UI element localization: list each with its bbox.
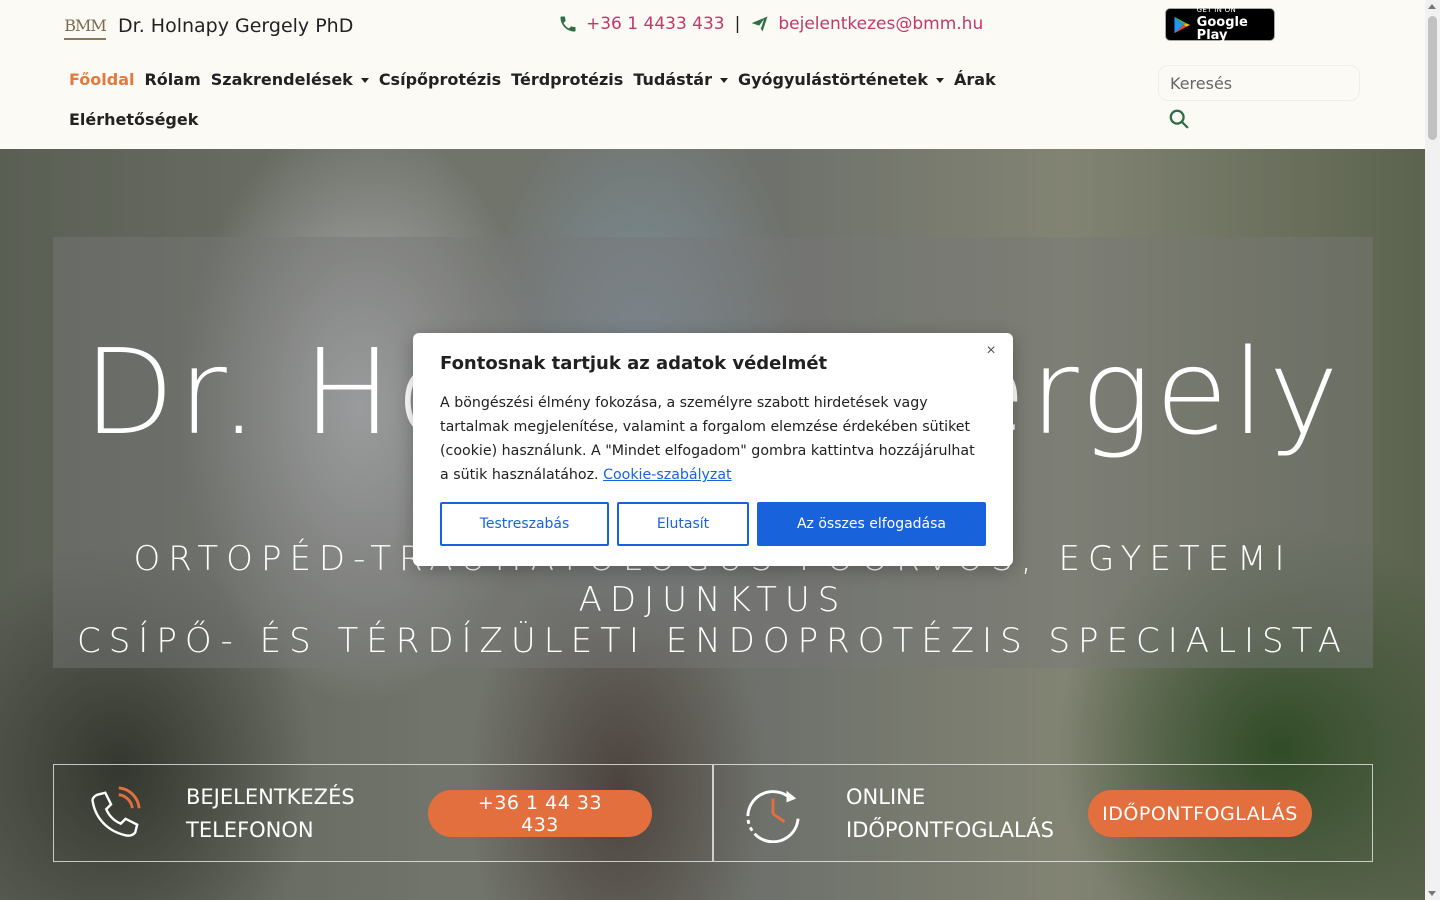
online-booking-label-line2: IDŐPONTFOGLALÁS: [846, 818, 1054, 842]
nav-item-fooldal[interactable]: Főoldal: [64, 66, 139, 106]
main-nav: Főoldal Rólam Szakrendelések Csípőprotéz…: [0, 52, 1425, 149]
search-button[interactable]: [1166, 107, 1192, 133]
appointment-booking-button[interactable]: IDŐPONTFOGLALÁS: [1088, 790, 1312, 837]
cookie-dialog-buttons: Testreszabás Elutasít Az összes elfogadá…: [440, 502, 986, 546]
phone-ring-icon: [91, 786, 141, 837]
google-play-icon: [1174, 16, 1191, 33]
gplay-small-text: GET IN ON: [1196, 6, 1236, 14]
phone-booking-label: BEJELENTKEZÉS TELEFONON: [186, 781, 355, 847]
contact-separator: |: [734, 14, 741, 34]
accept-all-button[interactable]: Az összes elfogadása: [757, 502, 986, 546]
top-bar: BMM Dr. Holnapy Gergely PhD +36 1 4433 4…: [0, 0, 1425, 52]
phone-booking-label-line2: TELEFONON: [186, 818, 314, 842]
reject-button[interactable]: Elutasít: [617, 502, 749, 546]
scroll-up-arrow-icon[interactable]: [1428, 4, 1436, 9]
nav-item-szakrendelesek[interactable]: Szakrendelések: [206, 66, 374, 106]
nav-item-label: Tudástár: [633, 70, 712, 89]
nav-item-label: Szakrendelések: [210, 70, 353, 89]
online-booking-label-line1: ONLINE: [846, 785, 926, 809]
phone-booking-label-line1: BEJELENTKEZÉS: [186, 785, 355, 809]
header-email-link[interactable]: bejelentkezes@bmm.hu: [778, 14, 983, 34]
close-icon[interactable]: ×: [983, 343, 999, 359]
clock-icon: [746, 790, 800, 843]
cookie-policy-link[interactable]: Cookie-szabályzat: [603, 467, 732, 483]
nav-item-elerhetosegek[interactable]: Elérhetőségek: [64, 106, 203, 146]
caret-down-icon: [360, 78, 369, 83]
header-phone-link[interactable]: +36 1 4433 433: [586, 14, 725, 34]
cookie-consent-dialog: Fontosnak tartjuk az adatok védelmét × A…: [413, 333, 1013, 566]
nav-item-gyogyulastortenetek[interactable]: Gyógyulástörténetek: [733, 66, 949, 106]
nav-item-arak[interactable]: Árak: [949, 66, 1001, 106]
cookie-dialog-text: A böngészési élmény fokozása, a személyr…: [440, 391, 986, 487]
customize-button[interactable]: Testreszabás: [440, 502, 609, 546]
caret-down-icon: [936, 78, 945, 83]
send-icon: [752, 16, 768, 32]
nav-item-terdprotezis[interactable]: Térdprotézis: [506, 66, 628, 106]
brand[interactable]: BMM Dr. Holnapy Gergely PhD: [64, 12, 353, 40]
call-phone-button[interactable]: +36 1 44 33 433: [428, 790, 652, 837]
scroll-down-arrow-icon[interactable]: [1428, 891, 1436, 896]
nav-item-label: Gyógyulástörténetek: [737, 70, 929, 89]
nav-item-csipoprotezis[interactable]: Csípőprotézis: [374, 66, 506, 106]
search-icon: [1169, 109, 1189, 128]
brand-title[interactable]: Dr. Holnapy Gergely PhD: [118, 15, 353, 37]
search-input[interactable]: [1158, 65, 1360, 101]
nav-menu: Főoldal Rólam Szakrendelések Csípőprotéz…: [64, 66, 1064, 146]
bmm-logo[interactable]: BMM: [64, 12, 107, 40]
phone-icon: [560, 16, 576, 32]
online-booking-box: ONLINE IDŐPONTFOGLALÁS IDŐPONTFOGLALÁS: [713, 764, 1373, 862]
online-booking-label: ONLINE IDŐPONTFOGLALÁS: [846, 781, 1054, 847]
caret-down-icon: [719, 78, 728, 83]
cookie-dialog-title: Fontosnak tartjuk az adatok védelmét: [440, 353, 828, 374]
nav-item-tudastar[interactable]: Tudástár: [628, 66, 733, 106]
google-play-badge[interactable]: GET IN ON Google Play: [1165, 6, 1275, 43]
page-scrollbar[interactable]: [1425, 0, 1440, 900]
gplay-big-text: Google Play: [1196, 15, 1248, 43]
hero-subtitle-line2: CSÍPŐ- ÉS TÉRDÍZÜLETI ENDOPROTÉZIS SPECI…: [76, 621, 1350, 661]
nav-item-rolam[interactable]: Rólam: [139, 66, 205, 106]
scroll-thumb[interactable]: [1428, 16, 1437, 140]
phone-booking-box: BEJELENTKEZÉS TELEFONON +36 1 44 33 433: [53, 764, 713, 862]
contact-info: +36 1 4433 433 | bejelentkezes@bmm.hu: [558, 14, 983, 34]
